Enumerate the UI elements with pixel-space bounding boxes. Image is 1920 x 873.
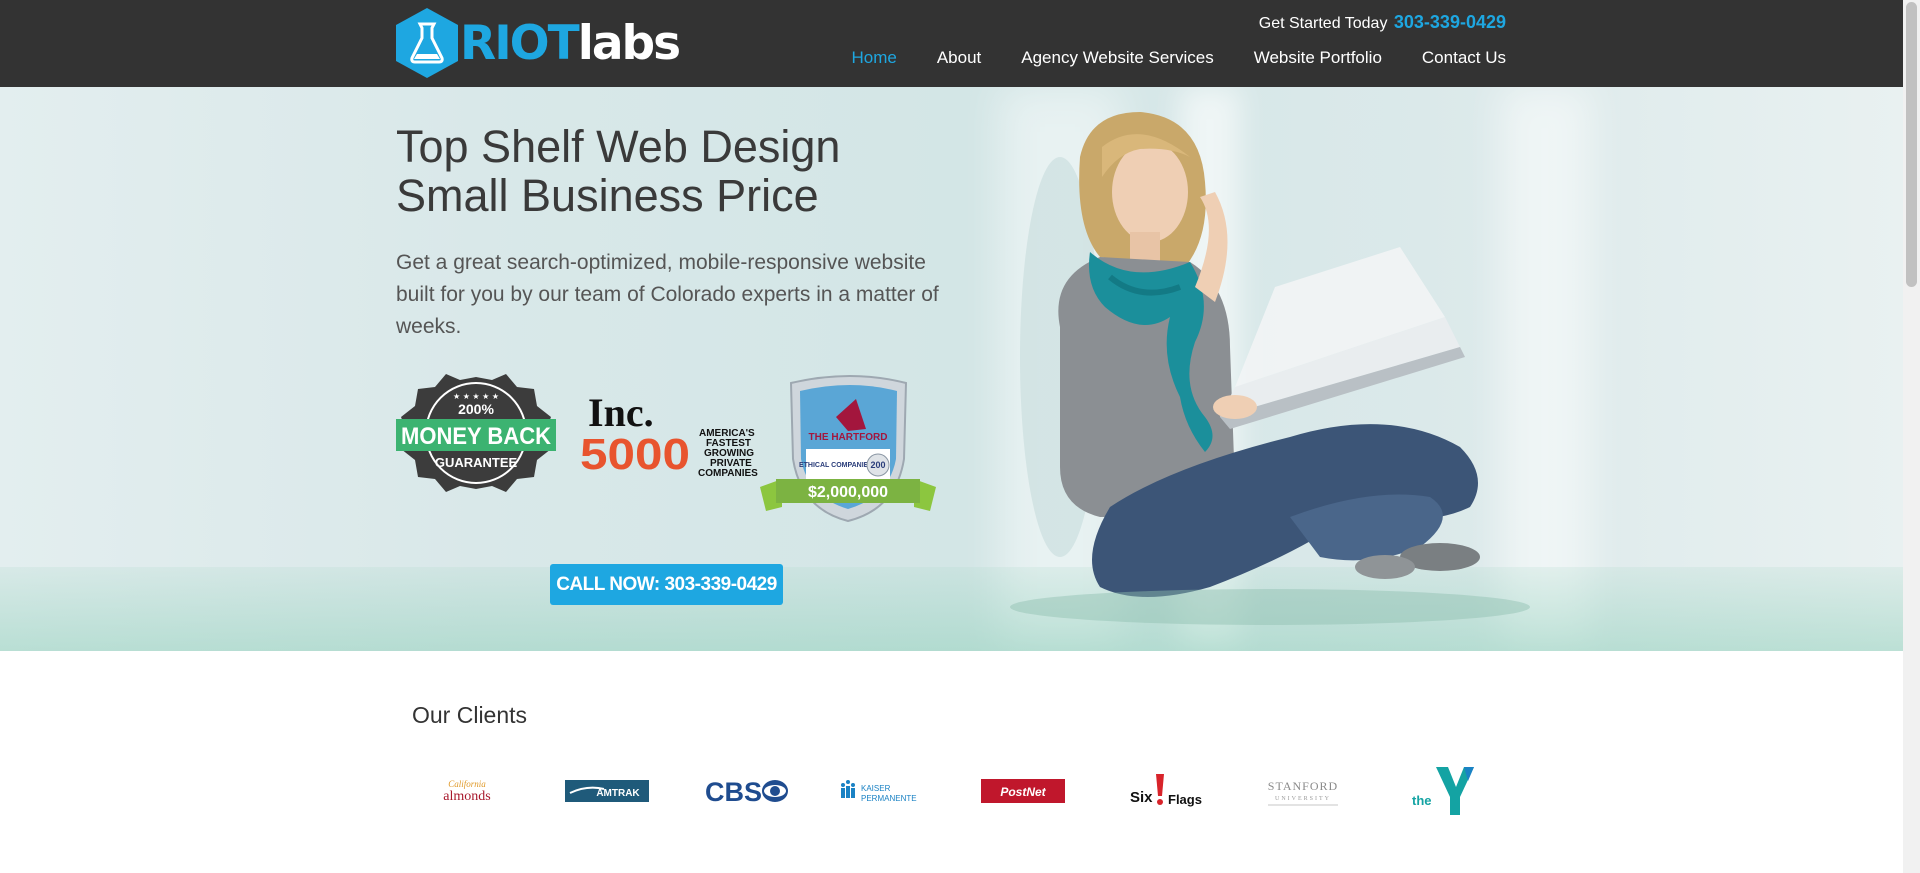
svg-text:AMTRAK: AMTRAK (596, 788, 640, 799)
nav-website-portfolio[interactable]: Website Portfolio (1254, 48, 1382, 68)
money-back-badge: 200% ★ ★ ★ ★ ★ MONEY BACK GUARANTEE (396, 374, 556, 492)
logo-labs-text: labs (577, 15, 681, 71)
clients-logo-row: California almonds AMTRAK CBS KAISER PER… (412, 756, 1474, 826)
svg-text:★ ★ ★ ★ ★: ★ ★ ★ ★ ★ (453, 392, 499, 401)
flask-hexagon-icon (396, 8, 458, 78)
client-ymca-logo: the (1388, 756, 1498, 826)
svg-text:Six: Six (1130, 789, 1153, 806)
svg-text:Flags: Flags (1168, 792, 1202, 807)
clients-heading: Our Clients (412, 702, 528, 728)
hartford-ethical-badge: THE HARTFORD ETHICAL COMPANIES 200 $2,00… (760, 375, 936, 523)
client-amtrak-logo: AMTRAK (552, 756, 662, 826)
svg-text:almonds: almonds (443, 789, 490, 804)
client-postnet-logo: PostNet (968, 756, 1078, 826)
hero-title: Top Shelf Web Design Small Business Pric… (396, 121, 841, 221)
svg-text:200%: 200% (458, 401, 494, 417)
svg-text:PostNet: PostNet (1000, 785, 1046, 799)
svg-text:CBS: CBS (705, 777, 762, 807)
svg-text:THE HARTFORD: THE HARTFORD (809, 432, 888, 443)
client-kaiser-permanente-logo: KAISER PERMANENTE (830, 756, 940, 826)
inc-5000-badge: Inc. 5000 AMERICA'S FASTEST GROWING PRIV… (580, 390, 758, 479)
svg-text:200: 200 (870, 460, 885, 470)
woman-with-laptop-image (1010, 112, 1530, 625)
svg-text:UNIVERSITY: UNIVERSITY (1275, 796, 1331, 802)
svg-text:Inc.: Inc. (588, 390, 654, 435)
svg-text:COMPANIES: COMPANIES (698, 468, 758, 479)
svg-text:$2,000,000: $2,000,000 (808, 484, 888, 501)
hero-subtitle: Get a great search-optimized, mobile-res… (396, 251, 939, 338)
main-nav: Home About Agency Website Services Websi… (811, 48, 1506, 68)
svg-text:5000: 5000 (580, 430, 690, 479)
svg-text:KAISER: KAISER (861, 784, 891, 793)
client-almonds-logo: California almonds (412, 756, 522, 826)
logo-riot-text: RIOT (460, 15, 580, 71)
header-phone-link[interactable]: 303-339-0429 (1394, 12, 1506, 32)
get-started-text: Get Started Today (1258, 15, 1388, 32)
header-contact: Get Started Today 303-339-0429 (1259, 12, 1506, 33)
svg-text:MONEY BACK: MONEY BACK (401, 423, 552, 450)
nav-about[interactable]: About (937, 48, 981, 68)
trust-badges: 200% ★ ★ ★ ★ ★ MONEY BACK GUARANTEE Inc.… (396, 374, 936, 523)
svg-text:ETHICAL COMPANIES: ETHICAL COMPANIES (799, 462, 873, 469)
client-stanford-logo: STANFORD UNIVERSITY (1248, 756, 1358, 826)
svg-text:PERMANENTE: PERMANENTE (861, 794, 917, 803)
riotlabs-logo[interactable]: RIOTlabs (396, 8, 681, 78)
svg-text:the: the (1412, 793, 1432, 808)
scrollbar-thumb[interactable] (1906, 2, 1917, 287)
svg-text:California: California (448, 779, 486, 789)
svg-text:GUARANTEE: GUARANTEE (435, 455, 518, 470)
nav-agency-website-services[interactable]: Agency Website Services (1021, 48, 1213, 68)
client-six-flags-logo: Six Flags (1108, 756, 1218, 826)
hero-section: Top Shelf Web Design Small Business Pric… (0, 87, 1903, 651)
nav-contact-us[interactable]: Contact Us (1422, 48, 1506, 68)
nav-home[interactable]: Home (851, 48, 896, 68)
site-header: RIOTlabs Get Started Today 303-339-0429 … (0, 0, 1903, 87)
client-cbs-logo: CBS (690, 756, 800, 826)
svg-text:STANFORD: STANFORD (1268, 779, 1338, 793)
call-now-button[interactable]: CALL NOW: 303-339-0429 (550, 564, 783, 605)
